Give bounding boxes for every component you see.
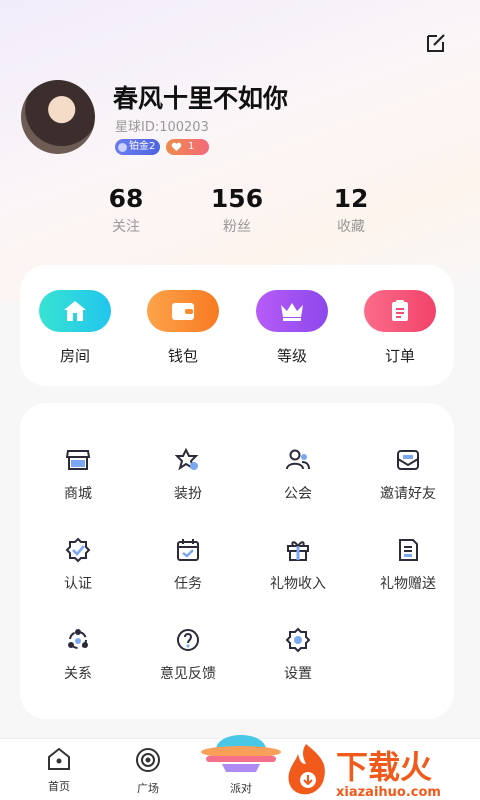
level-badge-label: 铂金2 (129, 141, 156, 152)
stat-favorites-label: 收藏 (337, 219, 365, 235)
level-badge: 铂金2 (115, 139, 161, 155)
heart-badge: 1 (166, 139, 209, 155)
guild-icon (286, 449, 310, 470)
task-icon (177, 539, 199, 561)
menu-label-invite: 邀请好友 (380, 486, 436, 502)
level-badge-icon (118, 142, 127, 152)
tab-home-label: 首页 (48, 780, 70, 793)
menu-label-task: 任务 (174, 576, 202, 592)
edit-profile-icon[interactable] (424, 31, 448, 55)
settings-icon (285, 627, 311, 653)
crown-icon (256, 290, 328, 332)
stat-fans-label: 粉丝 (223, 219, 251, 235)
menu-grid-card: 商城 装扮 公会 邀请好友 认证 任务 礼物收入 礼物赠送 关系 意见反馈 设置 (20, 403, 454, 719)
invite-icon (397, 450, 419, 470)
quick-label-wallet: 钱包 (167, 347, 198, 365)
menu-label-gift-income: 礼物收入 (270, 576, 326, 592)
gift-icon (287, 541, 309, 561)
store-icon (65, 450, 91, 470)
menu-item-invite[interactable]: 邀请好友 (358, 447, 458, 503)
relation-icon (68, 629, 88, 649)
stat-fans[interactable]: 156 粉丝 (192, 184, 282, 236)
heart-icon (171, 142, 182, 152)
quick-label-level: 等级 (276, 347, 307, 365)
menu-item-feedback[interactable]: 意见反馈 (138, 627, 238, 683)
menu-item-verify[interactable]: 认证 (28, 537, 128, 593)
menu-label-settings: 设置 (284, 666, 312, 682)
quick-actions-card: 房间 钱包 等级 订单 (20, 265, 454, 386)
menu-label-relation: 关系 (64, 666, 92, 682)
watermark-logo: 下载火 xiazaihuo.com (284, 738, 480, 800)
dress-up-icon (175, 447, 199, 471)
quick-label-order: 订单 (384, 347, 415, 365)
wallet-icon (147, 290, 219, 332)
menu-item-gift-send[interactable]: 礼物赠送 (358, 537, 458, 593)
watermark-flame-icon: 下载火 xiazaihuo.com (288, 744, 441, 800)
menu-item-relation[interactable]: 关系 (28, 627, 128, 683)
menu-label-feedback: 意见反馈 (160, 666, 216, 682)
tab-home[interactable]: 首页 (29, 747, 89, 794)
menu-label-store: 商城 (64, 486, 92, 502)
menu-label-dress-up: 装扮 (174, 486, 202, 502)
quick-label-room: 房间 (59, 347, 90, 365)
menu-label-verify: 认证 (64, 576, 92, 592)
square-tab-icon (136, 748, 160, 772)
stat-favorites-count: 12 (333, 184, 369, 213)
home-tab-icon (48, 747, 70, 770)
watermark-title: 下载火 (336, 748, 432, 786)
stat-favorites[interactable]: 12 收藏 (306, 184, 396, 236)
stat-following-label: 关注 (112, 219, 140, 235)
verify-icon (65, 537, 91, 563)
order-icon (364, 290, 436, 332)
stat-following[interactable]: 68 关注 (81, 184, 171, 236)
user-name: 春风十里不如你 (113, 84, 289, 113)
avatar[interactable] (21, 80, 95, 154)
watermark-url: xiazaihuo.com (336, 785, 441, 800)
menu-item-dress-up[interactable]: 装扮 (138, 447, 238, 503)
user-id: 星球ID:100203 (115, 120, 209, 135)
menu-item-store[interactable]: 商城 (28, 447, 128, 503)
menu-item-guild[interactable]: 公会 (248, 447, 348, 503)
party-ufo-icon (201, 735, 281, 772)
tab-square-label: 广场 (137, 782, 159, 795)
tab-square[interactable]: 广场 (118, 747, 178, 796)
menu-item-gift-income[interactable]: 礼物收入 (248, 537, 348, 593)
heart-count: 1 (188, 141, 195, 152)
tab-party-label: 派对 (230, 782, 252, 795)
home-icon (39, 290, 111, 332)
menu-item-settings[interactable]: 设置 (248, 627, 348, 683)
menu-label-guild: 公会 (284, 486, 312, 502)
tab-party[interactable]: 派对 (196, 722, 286, 800)
feedback-icon (177, 629, 199, 651)
stat-fans-count: 156 (210, 184, 264, 213)
menu-item-task[interactable]: 任务 (138, 537, 238, 593)
menu-label-gift-send: 礼物赠送 (380, 576, 436, 592)
gift-send-icon (399, 539, 418, 561)
stat-following-count: 68 (108, 184, 144, 213)
